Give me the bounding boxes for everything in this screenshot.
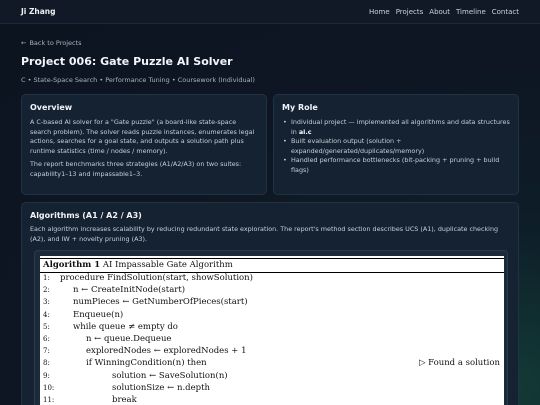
nav-link-contact[interactable]: Contact xyxy=(492,8,519,16)
line-code: if WinningCondition(n) then xyxy=(86,358,207,369)
line-number: 2: xyxy=(43,286,50,295)
overview-paragraph-1: A C-based AI solver for a "Gate puzzle" … xyxy=(30,118,255,155)
algorithm-line: 11: break xyxy=(40,395,504,405)
algorithm-line: 9: solution ← SaveSolution(n) xyxy=(40,371,504,383)
line-code: n ← CreateInitNode(start) xyxy=(73,285,186,296)
top-navbar: Ji Zhang Home Projects About Timeline Co… xyxy=(0,0,540,24)
line-number: 10: xyxy=(43,383,55,392)
algorithm-title: AI Impassable Gate Algorithm xyxy=(102,260,233,270)
algorithm-header: Algorithm 1 AI Impassable Gate Algorithm xyxy=(43,260,233,270)
algorithms-heading: Algorithms (A1 / A2 / A3) xyxy=(30,211,142,220)
algorithms-description: Each algorithm increases scalability by … xyxy=(30,225,499,243)
role-item: Built evaluation output (solution + expa… xyxy=(282,137,510,156)
line-number: 4: xyxy=(43,310,50,319)
algorithm-line: 4: Enqueue(n) xyxy=(40,310,504,322)
line-number: 6: xyxy=(43,334,50,343)
line-comment: ▷ Found a solution xyxy=(418,358,500,369)
algorithm-line: 7: exploredNodes ← exploredNodes + 1 xyxy=(40,346,504,358)
line-number: 11: xyxy=(43,395,55,404)
algorithm-line: 10: solutionSize ← n.depth xyxy=(40,383,504,395)
algorithm-line: 1: procedure FindSolution(start, showSolu… xyxy=(40,273,504,285)
site-brand[interactable]: Ji Zhang xyxy=(21,7,56,16)
role-item: Individual project — implemented all alg… xyxy=(282,118,510,137)
nav-link-projects[interactable]: Projects xyxy=(396,8,424,16)
arrow-left-icon: ← xyxy=(21,39,27,47)
algorithm-lines: 1: procedure FindSolution(start, showSolu… xyxy=(40,273,504,405)
role-list: Individual project — implemented all alg… xyxy=(282,118,510,175)
line-number: 1: xyxy=(43,274,50,282)
page-title: Project 006: Gate Puzzle AI Solver xyxy=(21,55,233,68)
back-to-projects-link[interactable]: ← Back to Projects xyxy=(21,39,82,47)
algorithm-figure: Algorithm 1 AI Impassable Gate Algorithm… xyxy=(34,250,508,405)
algorithm-line: 5: while queue ≠ empty do xyxy=(40,322,504,334)
line-code: break xyxy=(112,394,137,405)
overview-paragraph-2: The report benchmarks three strategies (… xyxy=(30,160,242,178)
line-code: solutionSize ← n.depth xyxy=(112,382,210,393)
line-number: 5: xyxy=(43,322,50,331)
line-code: numPieces ← GetNumberOfPieces(start) xyxy=(73,297,248,308)
my-role-card: My Role Individual project — implemented… xyxy=(273,94,519,195)
my-role-heading: My Role xyxy=(282,103,318,112)
line-code: solution ← SaveSolution(n) xyxy=(112,370,228,381)
algorithms-card: Algorithms (A1 / A2 / A3) Each algorithm… xyxy=(21,202,519,405)
line-code: Enqueue(n) xyxy=(73,309,124,320)
nav-links: Home Projects About Timeline Contact xyxy=(369,8,519,16)
nav-link-about[interactable]: About xyxy=(429,8,450,16)
line-code: while queue ≠ empty do xyxy=(73,321,178,332)
line-number: 8: xyxy=(43,359,50,368)
nav-link-timeline[interactable]: Timeline xyxy=(456,8,486,16)
overview-heading: Overview xyxy=(30,103,73,112)
role-item: Handled performance bottlenecks (bit-pac… xyxy=(282,156,510,175)
nav-link-home[interactable]: Home xyxy=(369,8,390,16)
algorithm-line: 2: n ← CreateInitNode(start) xyxy=(40,285,504,297)
line-code: procedure FindSolution(start, showSoluti… xyxy=(60,273,253,283)
line-code: exploredNodes ← exploredNodes + 1 xyxy=(86,346,247,357)
algorithm-pseudocode-image: Algorithm 1 AI Impassable Gate Algorithm… xyxy=(40,256,504,405)
source-file-name: ai.c xyxy=(298,127,312,136)
line-number: 7: xyxy=(43,347,50,356)
back-link-label: Back to Projects xyxy=(29,39,82,47)
line-number: 3: xyxy=(43,298,50,307)
algorithm-top-rule xyxy=(40,258,504,259)
line-number: 9: xyxy=(43,371,50,380)
project-tags: C • State-Space Search • Performance Tun… xyxy=(21,76,255,84)
role-item-text: Individual project — implemented all alg… xyxy=(291,118,510,136)
algorithm-number: Algorithm 1 xyxy=(43,260,101,270)
line-code: n ← queue.Dequeue xyxy=(86,333,172,344)
algorithm-line: 6: n ← queue.Dequeue xyxy=(40,334,504,346)
overview-card: Overview A C-based AI solver for a "Gate… xyxy=(21,94,267,195)
algorithm-line: 8: if WinningCondition(n) then ▷ Found a s… xyxy=(40,358,504,370)
algorithm-line: 3: numPieces ← GetNumberOfPieces(start) xyxy=(40,297,504,309)
